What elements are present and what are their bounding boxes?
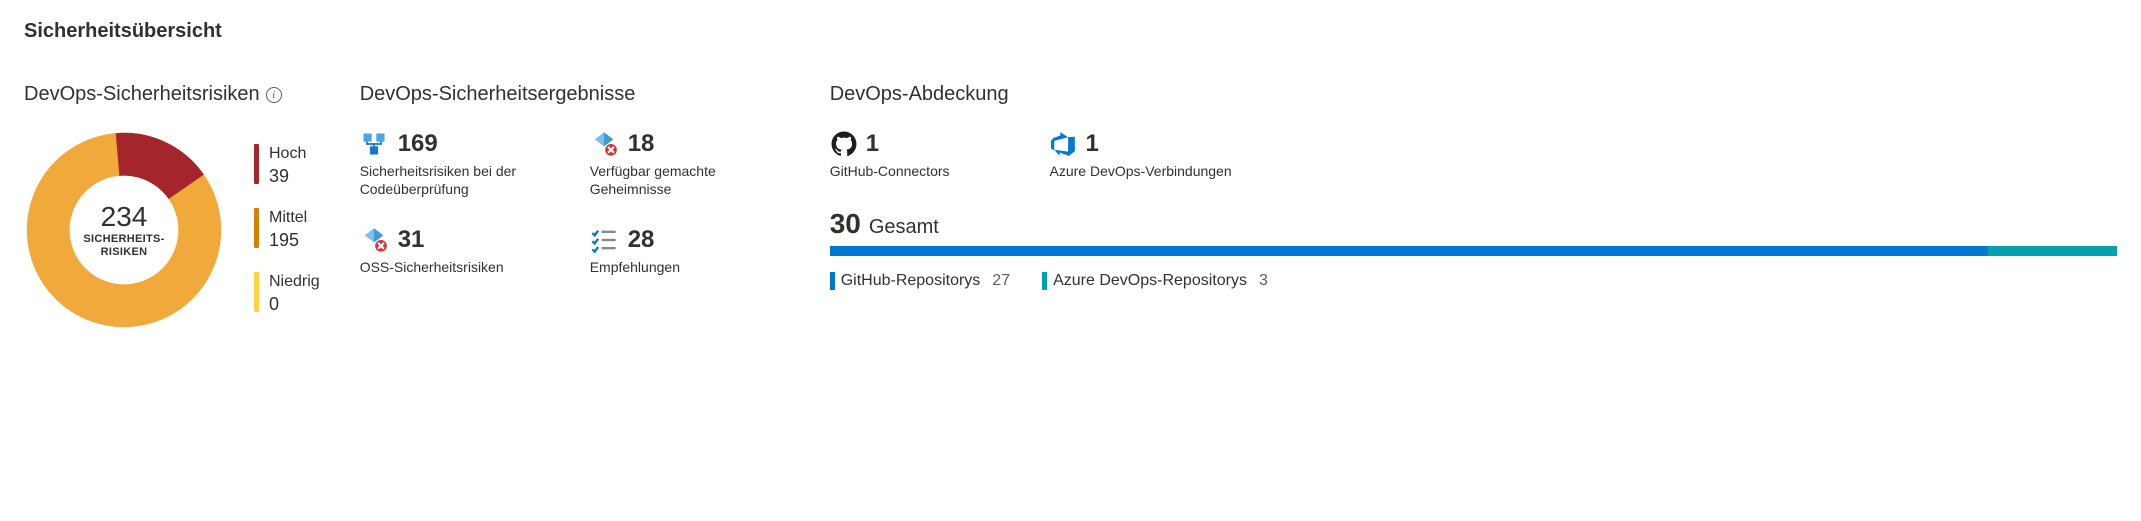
legend-label-low: Niedrig: [269, 272, 320, 293]
coverage-legend-azdo-label: Azure DevOps-Repositorys: [1053, 272, 1247, 290]
coverage-github-value: 1: [866, 130, 879, 158]
legend-item-medium[interactable]: Mittel 195: [254, 208, 320, 252]
legend-item-high[interactable]: Hoch 39: [254, 144, 320, 188]
coverage-total-label: Gesamt: [869, 216, 939, 239]
legend-label-high: Hoch: [269, 144, 306, 165]
finding-secrets-label: Verfügbar gemachte Geheimnisse: [590, 162, 790, 198]
coverage-github-label: GitHub-Connectors: [830, 162, 950, 180]
risk-heading-text: DevOps-Sicherheitsrisiken: [24, 83, 260, 106]
secrets-icon: [590, 130, 618, 158]
legend-label-medium: Mittel: [269, 208, 307, 229]
oss-icon: [360, 226, 388, 254]
coverage-azdo-value: 1: [1086, 130, 1099, 158]
swatch-azdo: [1042, 272, 1047, 290]
coverage-legend-github-label: GitHub-Repositorys: [841, 272, 981, 290]
legend-swatch-low: [254, 272, 259, 312]
finding-recs-value: 28: [628, 226, 655, 254]
risk-total-value: 234: [101, 201, 148, 233]
finding-recs[interactable]: 28 Empfehlungen: [590, 226, 790, 276]
legend-value-high: 39: [269, 165, 306, 188]
coverage-panel: DevOps-Abdeckung 1 GitHub-Connectors 1: [830, 83, 2117, 290]
coverage-total: 30 Gesamt: [830, 208, 2117, 240]
checklist-icon: [590, 226, 618, 254]
coverage-legend-github-value: 27: [992, 272, 1010, 290]
findings-heading: DevOps-Sicherheitsergebnisse: [360, 83, 790, 106]
swatch-github: [830, 272, 835, 290]
donut-center: 234 SICHERHEITS- RISIKEN: [24, 130, 224, 330]
finding-secrets-value: 18: [628, 130, 655, 158]
legend-value-low: 0: [269, 293, 320, 316]
finding-recs-label: Empfehlungen: [590, 258, 790, 276]
coverage-bar: [830, 246, 2117, 256]
risk-legend: Hoch 39 Mittel 195 Niedrig 0: [254, 144, 320, 317]
code-scan-icon: [360, 130, 388, 158]
panels-row: DevOps-Sicherheitsrisiken i 234 SICHERHE…: [24, 83, 2117, 330]
finding-oss[interactable]: 31 OSS-Sicherheitsrisiken: [360, 226, 570, 276]
legend-swatch-medium: [254, 208, 259, 248]
coverage-legend-azdo[interactable]: Azure DevOps-Repositorys 3: [1042, 272, 1268, 290]
coverage-legend-azdo-value: 3: [1259, 272, 1268, 290]
finding-code-vulns[interactable]: 169 Sicherheitsrisiken bei der Codeüberp…: [360, 130, 570, 198]
finding-oss-value: 31: [398, 226, 425, 254]
risk-total-label-2: RISIKEN: [101, 246, 148, 259]
risk-panel: DevOps-Sicherheitsrisiken i 234 SICHERHE…: [24, 83, 320, 330]
finding-code-value: 169: [398, 130, 438, 158]
finding-oss-label: OSS-Sicherheitsrisiken: [360, 258, 570, 276]
legend-value-medium: 195: [269, 229, 307, 252]
info-icon[interactable]: i: [266, 87, 282, 103]
page-title: Sicherheitsübersicht: [24, 20, 2117, 43]
risk-total-label-1: SICHERHEITS-: [83, 233, 164, 246]
azure-devops-icon: [1050, 130, 1078, 158]
coverage-legend: GitHub-Repositorys 27 Azure DevOps-Repos…: [830, 272, 2117, 290]
coverage-total-value: 30: [830, 208, 861, 240]
finding-code-label: Sicherheitsrisiken bei der Codeüberprüfu…: [360, 162, 570, 198]
coverage-bar-azdo: [1988, 246, 2117, 256]
legend-item-low[interactable]: Niedrig 0: [254, 272, 320, 316]
coverage-github[interactable]: 1 GitHub-Connectors: [830, 130, 950, 180]
risk-panel-heading: DevOps-Sicherheitsrisiken i: [24, 83, 320, 106]
coverage-legend-github[interactable]: GitHub-Repositorys 27: [830, 272, 1010, 290]
coverage-heading: DevOps-Abdeckung: [830, 83, 2117, 106]
coverage-azdo-label: Azure DevOps-Verbindungen: [1050, 162, 1232, 180]
legend-swatch-high: [254, 144, 259, 184]
coverage-azdo[interactable]: 1 Azure DevOps-Verbindungen: [1050, 130, 1232, 180]
github-icon: [830, 130, 858, 158]
risk-donut-chart: 234 SICHERHEITS- RISIKEN: [24, 130, 224, 330]
coverage-bar-github: [830, 246, 1989, 256]
finding-secrets[interactable]: 18 Verfügbar gemachte Geheimnisse: [590, 130, 790, 198]
findings-panel: DevOps-Sicherheitsergebnisse 169 Sicherh…: [360, 83, 790, 277]
